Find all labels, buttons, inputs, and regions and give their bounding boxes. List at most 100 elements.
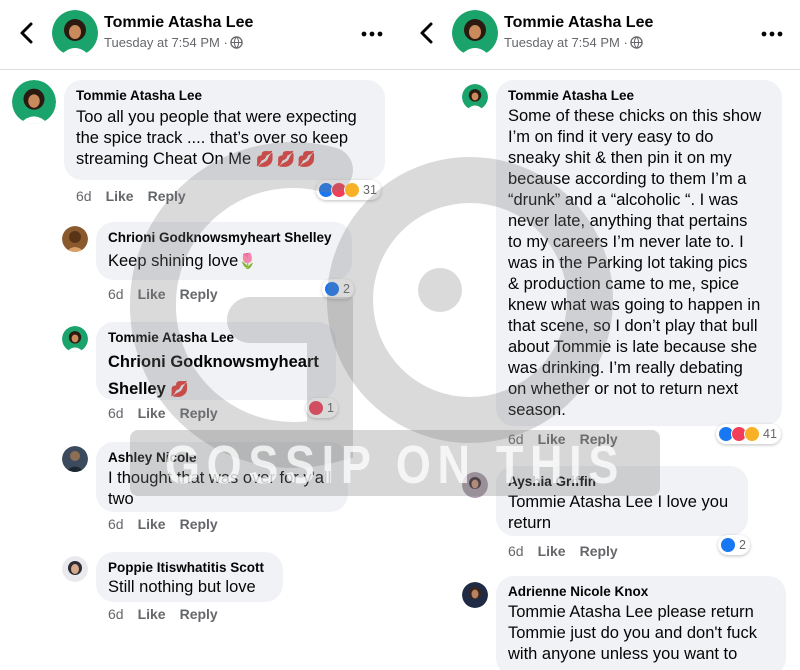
comment-actions: 6d Like Reply — [508, 431, 632, 447]
commenter-name[interactable]: Chrioni Godknowsmyheart Shelley — [108, 229, 340, 246]
kiss-emoji: 💋💋💋 — [255, 151, 318, 168]
like-link[interactable]: Like — [106, 188, 134, 204]
comment-line: was in the Parking lot taking pics — [508, 254, 748, 272]
reply-bubble: Adrienne Nicole Knox Tommie Atasha Lee p… — [496, 576, 786, 670]
comment-age: 6d — [108, 405, 124, 421]
commenter-avatar[interactable] — [462, 582, 488, 608]
reply-link[interactable]: Reply — [580, 543, 618, 559]
comment-age: 6d — [108, 606, 124, 622]
reply-bubble: Chrioni Godknowsmyheart Shelley Keep shi… — [96, 222, 352, 280]
commenter-name[interactable]: Tommie Atasha Lee — [108, 329, 324, 346]
comment-line: Tommie just do you and don't fuck — [508, 624, 757, 642]
commenter-avatar[interactable] — [62, 226, 88, 252]
like-link[interactable]: Like — [538, 431, 566, 447]
comment-text: I thought that was over for y'all two — [108, 468, 336, 510]
more-options-icon[interactable] — [360, 24, 384, 44]
comment-text: Keep shining love🌷 — [108, 251, 340, 272]
timestamp-text: Tuesday at 7:54 PM · — [504, 35, 628, 50]
comment-line: because according to them I’m a — [508, 170, 747, 188]
comment-line: Tommie Atasha Lee please return — [508, 603, 754, 621]
author-name[interactable]: Tommie Atasha Lee — [504, 14, 653, 32]
comment-line: sneaky shit & then pin it on my — [508, 149, 732, 167]
author-avatar[interactable] — [52, 10, 98, 56]
comment-age: 6d — [108, 286, 124, 302]
comment-line: was drinking. I’m really debating — [508, 359, 743, 377]
commenter-avatar[interactable] — [62, 326, 88, 352]
love-reaction-icon — [308, 400, 324, 416]
reply-bubble: Poppie Itiswhatitis Scott Still nothing … — [96, 552, 283, 602]
globe-icon — [230, 36, 243, 49]
reply-bubble: Tommie Atasha Lee Chrioni Godknowsmyhear… — [96, 322, 336, 400]
reaction-summary[interactable]: 2 — [322, 279, 354, 299]
comment-line: with anyone unless you want to — [508, 645, 738, 663]
back-arrow-icon[interactable] — [414, 19, 440, 47]
wow-reaction-icon — [344, 182, 360, 198]
commenter-name[interactable]: Tommie Atasha Lee — [508, 87, 770, 104]
comment-age: 6d — [508, 431, 524, 447]
comment-line: & production came to me, spice — [508, 275, 740, 293]
reaction-summary[interactable]: 31 — [316, 180, 381, 200]
comment-line: knew what was going to happen in — [508, 296, 761, 314]
reaction-count: 1 — [327, 401, 334, 415]
commenter-name[interactable]: Ashley Nicole — [108, 449, 336, 466]
mentioned-user-tag[interactable]: Chrioni Godknowsmyheart — [108, 349, 324, 376]
post-timestamp[interactable]: Tuesday at 7:54 PM · — [104, 35, 243, 50]
reply-link[interactable]: Reply — [180, 286, 218, 302]
commenter-name[interactable]: Ayshia Griffin — [508, 473, 736, 490]
comment-line: on whether or not to return next — [508, 380, 739, 398]
reply-link[interactable]: Reply — [180, 606, 218, 622]
comment-text: Too all you people that were expecting t… — [76, 107, 373, 170]
comment-text: Tommie Atasha Lee I love you return — [508, 492, 736, 534]
commenter-avatar[interactable] — [12, 80, 56, 124]
author-avatar[interactable] — [452, 10, 498, 56]
comment-line-text: streaming Cheat On Me — [76, 150, 252, 168]
comment-line: streaming Cheat On Me 💋💋💋 — [76, 149, 373, 170]
comment-line: that scene, so I don’t play that bull — [508, 317, 758, 335]
commenter-avatar[interactable] — [62, 556, 88, 582]
comment-actions: 6d Like Reply — [108, 405, 232, 421]
commenter-avatar[interactable] — [462, 472, 488, 498]
like-link[interactable]: Like — [538, 543, 566, 559]
reaction-summary[interactable]: 2 — [718, 535, 750, 555]
comment-age: 6d — [76, 188, 92, 204]
comment-actions: 6d Like Reply — [108, 606, 232, 622]
comment-line: Shelley 💋 — [108, 376, 324, 403]
like-reaction-icon — [720, 537, 736, 553]
reply-link[interactable]: Reply — [180, 516, 218, 532]
back-arrow-icon[interactable] — [14, 19, 40, 47]
comment-line: season. — [508, 401, 566, 419]
mentioned-user-tag[interactable]: Shelley — [108, 380, 166, 398]
tulip-emoji: 🌷 — [238, 253, 259, 270]
comment-line: Tommie Atasha Lee I love you — [508, 493, 729, 511]
reply-link[interactable]: Reply — [148, 188, 186, 204]
reply-bubble: Ashley Nicole I thought that was over fo… — [96, 442, 348, 512]
reply-link[interactable]: Reply — [580, 431, 618, 447]
commenter-name[interactable]: Tommie Atasha Lee — [76, 87, 373, 104]
commenter-avatar[interactable] — [62, 446, 88, 472]
commenter-name[interactable]: Adrienne Nicole Knox — [508, 583, 774, 600]
comment-line: never late, anything that pertains — [508, 212, 748, 230]
comment-line: “drunk” and a “alcoholic “. I was — [508, 191, 739, 209]
comment-actions: 6d Like Reply — [508, 543, 632, 559]
more-options-icon[interactable] — [760, 24, 784, 44]
comment-line: about Tommie is late because she — [508, 338, 758, 356]
like-link[interactable]: Like — [138, 606, 166, 622]
kiss-emoji: 💋 — [170, 381, 192, 398]
comment-line: I thought that was over for y'all — [108, 469, 332, 487]
reply-link[interactable]: Reply — [180, 405, 218, 421]
like-link[interactable]: Like — [138, 405, 166, 421]
like-link[interactable]: Like — [138, 516, 166, 532]
reaction-count: 2 — [739, 538, 746, 552]
comment-text: Some of these chicks on this show I’m on … — [508, 106, 770, 421]
reaction-summary[interactable]: 1 — [306, 398, 338, 418]
commenter-name[interactable]: Poppie Itiswhatitis Scott — [108, 559, 271, 576]
comment-line: return — [508, 514, 552, 532]
like-link[interactable]: Like — [138, 286, 166, 302]
post-timestamp[interactable]: Tuesday at 7:54 PM · — [504, 35, 643, 50]
commenter-avatar[interactable] — [462, 84, 488, 110]
comment-actions: 6d Like Reply — [108, 286, 232, 302]
author-name[interactable]: Tommie Atasha Lee — [104, 14, 253, 32]
reaction-summary[interactable]: 41 — [716, 424, 781, 444]
comment-line: two — [108, 490, 134, 508]
comment-line: to my careers I’m never late to. I — [508, 233, 744, 251]
